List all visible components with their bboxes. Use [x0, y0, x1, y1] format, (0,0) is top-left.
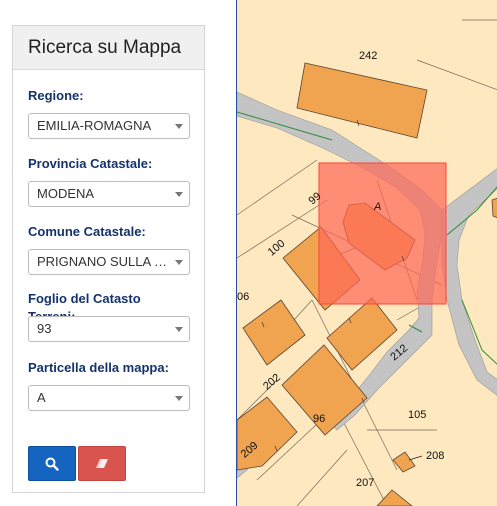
parcel-label-242: 242 — [359, 50, 377, 62]
particella-value: A — [37, 390, 46, 405]
parcel-label-96: 96 — [313, 413, 325, 425]
comune-select[interactable]: PRIGNANO SULLA S... — [28, 249, 190, 275]
foglio-label: Foglio del Catasto Terreni: — [28, 291, 141, 324]
comune-label: Comune Catastale: — [28, 224, 146, 239]
regione-value: EMILIA-ROMAGNA — [37, 118, 152, 133]
parcel-label-207: 207 — [356, 477, 374, 489]
particella-select[interactable]: A — [28, 385, 190, 411]
regione-label: Regione: — [28, 88, 84, 103]
comune-value: PRIGNANO SULLA S... — [37, 254, 169, 269]
particella-label: Particella della mappa: — [28, 360, 169, 375]
provincia-label: Provincia Catastale: — [28, 156, 153, 171]
parcel-label-105: 105 — [408, 409, 426, 421]
provincia-select[interactable]: MODENA — [28, 181, 190, 207]
clear-button[interactable] — [78, 446, 126, 481]
map-canvas[interactable]: 242 99 A 100 06 202 212 96 105 209 207 2… — [237, 0, 497, 506]
panel-title: Ricerca su Mappa — [13, 26, 204, 70]
cadastral-map[interactable]: 242 99 A 100 06 202 212 96 105 209 207 2… — [236, 0, 497, 506]
chevron-down-icon — [175, 192, 183, 197]
chevron-down-icon — [175, 260, 183, 265]
foglio-select[interactable]: 93 — [28, 316, 190, 342]
parcel-label-a: A — [373, 201, 381, 213]
search-button[interactable] — [28, 446, 76, 481]
search-panel: Ricerca su Mappa Regione: EMILIA-ROMAGNA… — [12, 25, 205, 493]
particella-field: Particella della mappa: A — [28, 359, 191, 411]
chevron-down-icon — [175, 396, 183, 401]
foglio-field: Foglio del Catasto Terreni: 93 — [28, 290, 191, 342]
regione-select[interactable]: EMILIA-ROMAGNA — [28, 113, 190, 139]
search-icon — [45, 457, 59, 471]
provincia-value: MODENA — [37, 186, 95, 201]
building-edge — [491, 197, 497, 219]
eraser-icon — [96, 458, 108, 468]
parcel-label-208: 208 — [426, 450, 444, 462]
regione-field: Regione: EMILIA-ROMAGNA — [28, 87, 191, 139]
chevron-down-icon — [175, 124, 183, 129]
selected-parcel-highlight — [318, 162, 447, 305]
foglio-value: 93 — [37, 321, 52, 336]
provincia-field: Provincia Catastale: MODENA — [28, 155, 191, 207]
comune-field: Comune Catastale: PRIGNANO SULLA S... — [28, 223, 191, 275]
chevron-down-icon — [175, 327, 183, 332]
parcel-label-06: 06 — [237, 291, 249, 303]
